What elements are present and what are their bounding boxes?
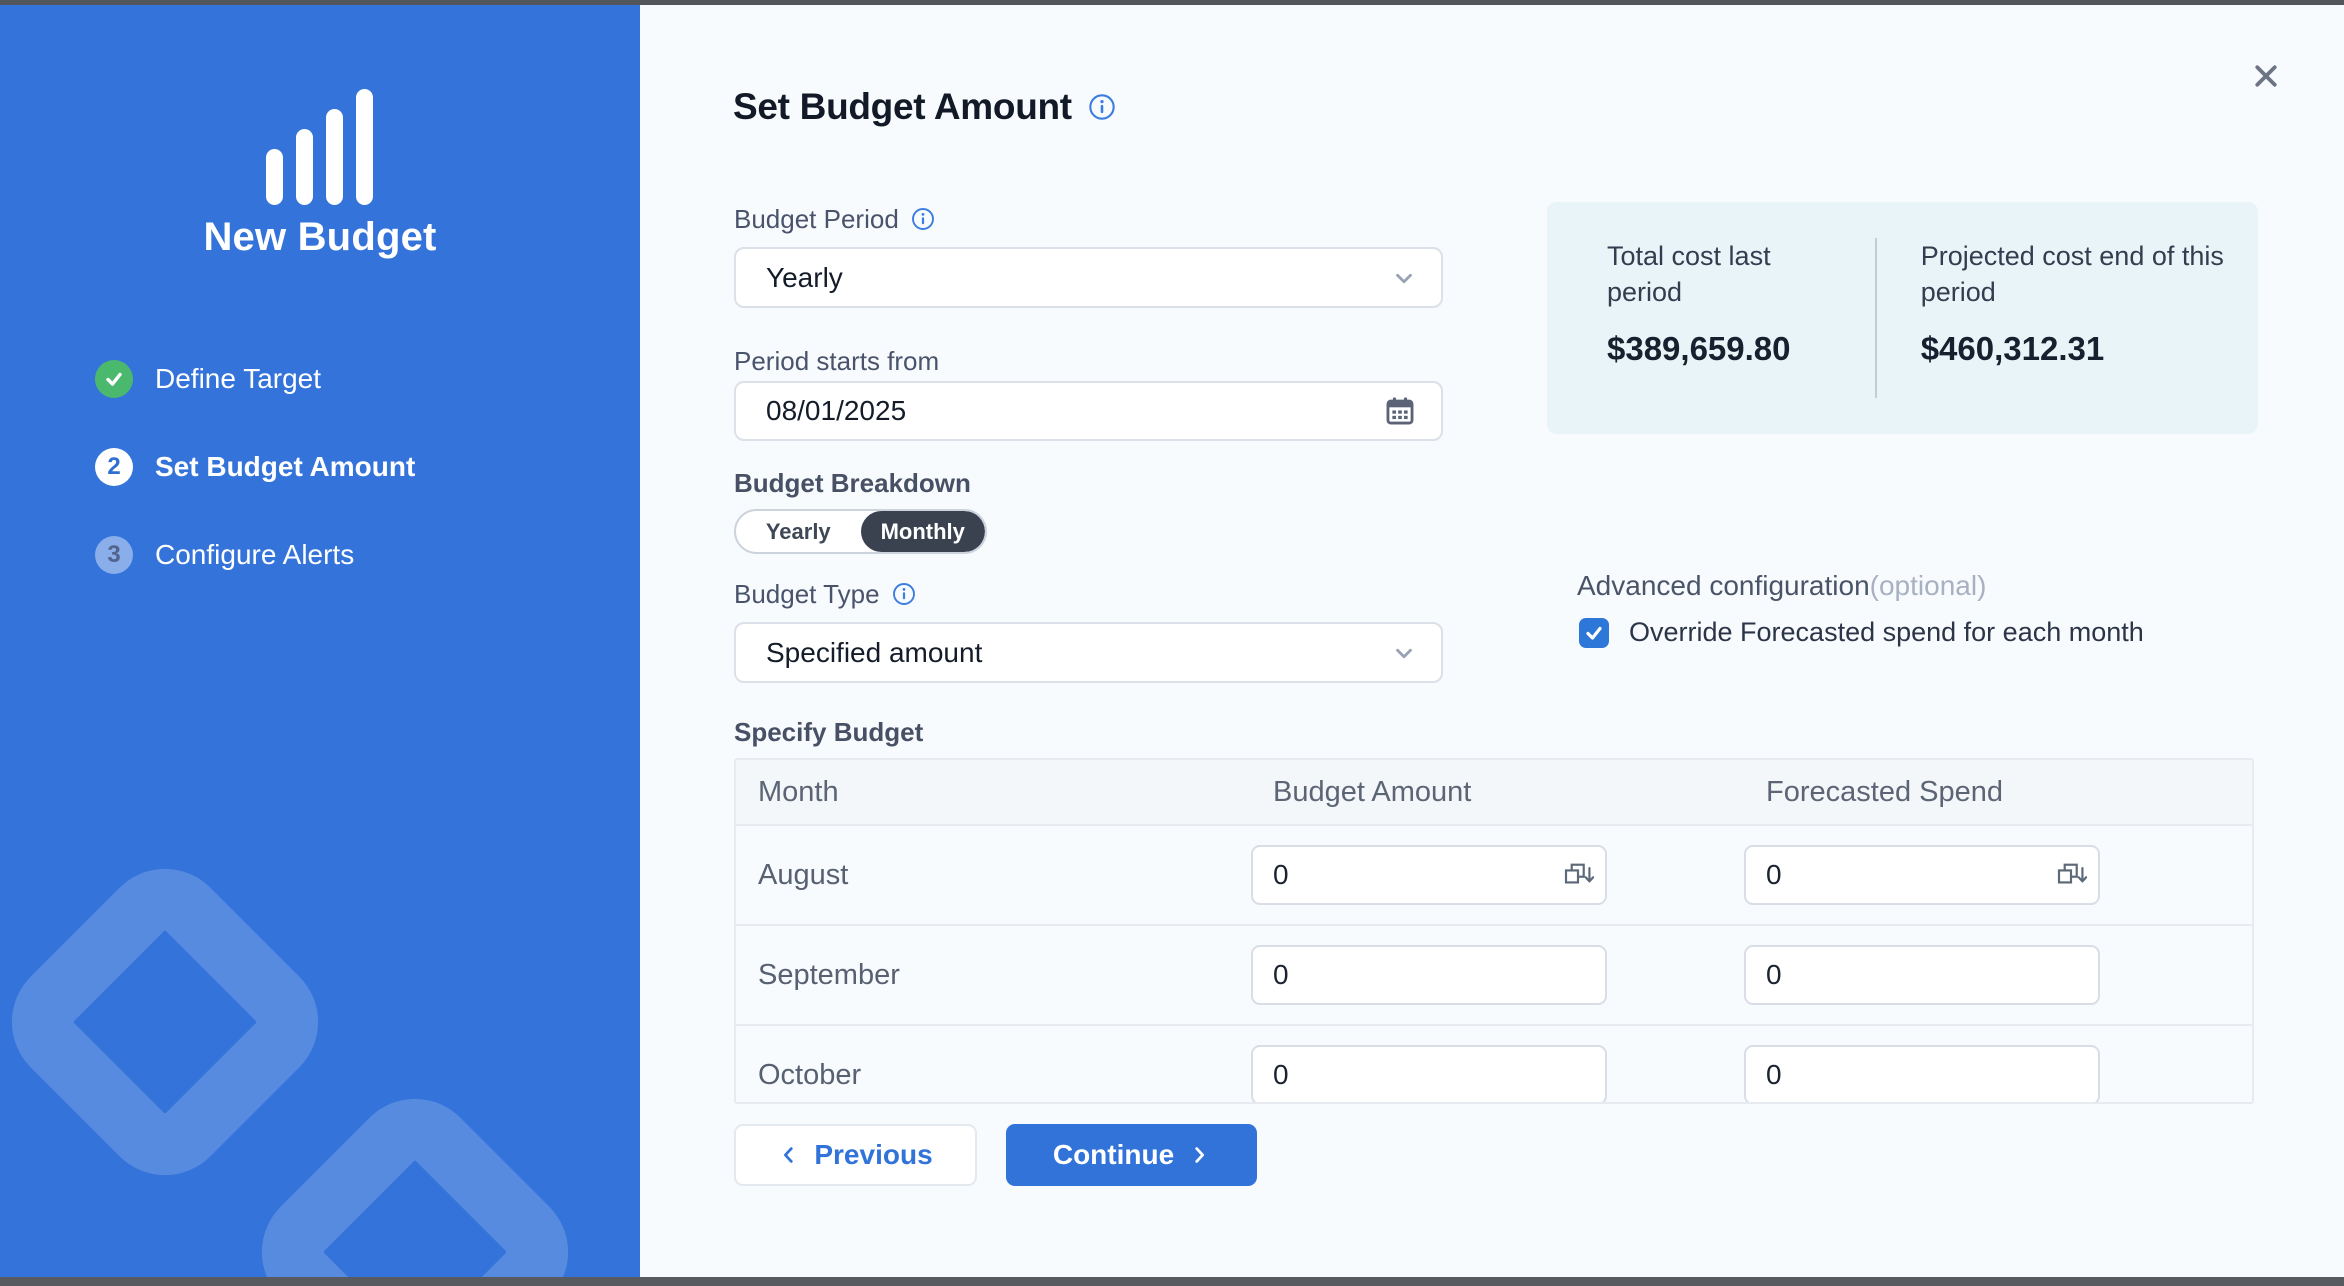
new-budget-wizard: New Budget Define Target 2 Set Budget Am… — [0, 0, 2344, 1286]
copy-down-icon — [1562, 859, 1594, 891]
calendar-icon[interactable] — [1383, 394, 1417, 428]
month-cell: October — [736, 1059, 1251, 1092]
page-header: Set Budget Amount — [733, 86, 1116, 128]
advanced-configuration-title: Advanced configuration(optional) — [1577, 570, 1986, 602]
step-number-badge: 2 — [95, 448, 133, 486]
override-forecast-label: Override Forecasted spend for each month — [1629, 617, 2144, 648]
brand-watermark-diamond — [0, 842, 345, 1201]
specify-budget-table: Month Budget Amount Forecasted Spend Aug… — [734, 758, 2254, 1104]
previous-button[interactable]: Previous — [734, 1124, 977, 1186]
budget-type-label: Budget Type — [734, 579, 880, 610]
info-icon[interactable] — [911, 207, 935, 231]
step-label: Define Target — [155, 363, 321, 395]
step-label: Set Budget Amount — [155, 451, 415, 483]
forecasted-spend-input-october[interactable] — [1744, 1045, 2100, 1104]
info-icon[interactable] — [892, 582, 916, 606]
close-button[interactable] — [2244, 54, 2288, 98]
budget-amount-input-september[interactable] — [1251, 945, 1607, 1005]
projected-cost-label: Projected cost end of this period — [1921, 238, 2258, 310]
step-define-target[interactable]: Define Target — [95, 360, 415, 398]
chevron-left-icon — [778, 1144, 800, 1166]
column-header-forecasted-spend: Forecasted Spend — [1744, 776, 2252, 809]
copy-value-down-button[interactable] — [1561, 858, 1595, 892]
chevron-down-icon — [1391, 640, 1417, 666]
checkbox-checked[interactable] — [1579, 618, 1609, 648]
brand-watermark-diamond — [235, 1072, 594, 1286]
period-start-date-input[interactable]: 08/01/2025 — [734, 381, 1443, 441]
toggle-option-yearly[interactable]: Yearly — [736, 511, 861, 552]
override-forecast-checkbox-row[interactable]: Override Forecasted spend for each month — [1579, 617, 2144, 648]
period-start-date-value: 08/01/2025 — [766, 395, 1383, 427]
column-header-month: Month — [736, 776, 1251, 809]
budget-period-select[interactable]: Yearly — [734, 247, 1443, 308]
column-header-budget-amount: Budget Amount — [1251, 776, 1744, 809]
info-icon[interactable] — [1088, 93, 1116, 121]
budget-breakdown-label: Budget Breakdown — [734, 468, 971, 499]
table-header-row: Month Budget Amount Forecasted Spend — [736, 760, 2252, 826]
forecasted-spend-input-september[interactable] — [1744, 945, 2100, 1005]
copy-down-icon — [2055, 859, 2087, 891]
table-row-august: August — [736, 826, 2252, 926]
step-configure-alerts[interactable]: 3 Configure Alerts — [95, 536, 415, 574]
total-cost-block: Total cost last period $389,659.80 — [1547, 238, 1829, 398]
budget-period-label-row: Budget Period — [734, 203, 935, 235]
wizard-title: New Budget — [0, 215, 640, 260]
step-number-badge: 3 — [95, 536, 133, 574]
wizard-steps: Define Target 2 Set Budget Amount 3 Conf… — [95, 360, 415, 624]
budget-period-label: Budget Period — [734, 204, 899, 235]
step-set-budget-amount[interactable]: 2 Set Budget Amount — [95, 448, 415, 486]
advanced-title-text: Advanced configuration — [1577, 570, 1870, 601]
continue-button-label: Continue — [1053, 1139, 1174, 1171]
table-row-october: October — [736, 1026, 2252, 1104]
budget-type-value: Specified amount — [766, 637, 1391, 669]
period-starts-label: Period starts from — [734, 346, 939, 377]
specify-budget-label: Specify Budget — [734, 717, 923, 748]
page-title: Set Budget Amount — [733, 86, 1072, 128]
budget-period-value: Yearly — [766, 262, 1391, 294]
close-icon — [2251, 61, 2281, 91]
chevron-right-icon — [1188, 1144, 1210, 1166]
check-icon — [1584, 623, 1604, 643]
toggle-option-monthly[interactable]: Monthly — [861, 511, 986, 552]
projected-cost-value: $460,312.31 — [1921, 330, 2258, 368]
continue-button[interactable]: Continue — [1006, 1124, 1257, 1186]
budget-type-select[interactable]: Specified amount — [734, 622, 1443, 683]
bar-chart-logo-icon — [266, 89, 374, 205]
cost-summary-panel: Total cost last period $389,659.80 Proje… — [1547, 202, 2258, 434]
budget-breakdown-toggle: Yearly Monthly — [734, 509, 987, 554]
specify-budget-label-row: Specify Budget — [734, 716, 923, 748]
optional-suffix: (optional) — [1870, 570, 1987, 601]
check-circle-icon — [95, 360, 133, 398]
budget-breakdown-label-row: Budget Breakdown — [734, 467, 971, 499]
table-row-september: September — [736, 926, 2252, 1026]
month-cell: September — [736, 959, 1251, 992]
budget-amount-input-october[interactable] — [1251, 1045, 1607, 1104]
total-cost-value: $389,659.80 — [1607, 330, 1829, 368]
window-top-edge — [0, 0, 2344, 5]
month-cell: August — [736, 859, 1251, 892]
chevron-down-icon — [1391, 265, 1417, 291]
step-label: Configure Alerts — [155, 539, 354, 571]
budget-amount-input-august[interactable] — [1251, 845, 1607, 905]
window-bottom-edge — [0, 1277, 2344, 1286]
total-cost-label: Total cost last period — [1607, 238, 1829, 310]
projected-cost-block: Projected cost end of this period $460,3… — [1877, 238, 2258, 398]
previous-button-label: Previous — [814, 1139, 932, 1171]
forecasted-spend-input-august[interactable] — [1744, 845, 2100, 905]
period-starts-label-row: Period starts from — [734, 345, 939, 377]
wizard-sidebar: New Budget Define Target 2 Set Budget Am… — [0, 0, 640, 1286]
budget-type-label-row: Budget Type — [734, 578, 916, 610]
copy-value-down-button[interactable] — [2054, 858, 2088, 892]
